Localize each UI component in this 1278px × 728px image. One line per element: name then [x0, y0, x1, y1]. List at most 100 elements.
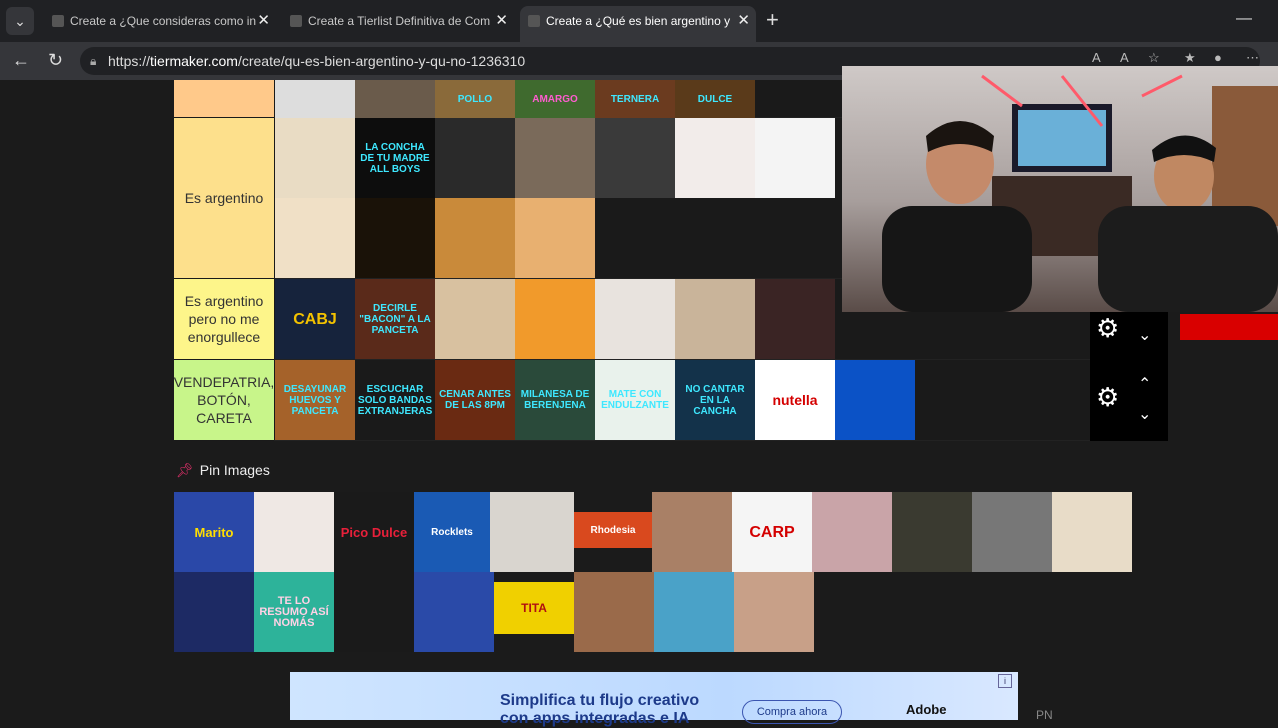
ad-brand-logo: Adobe: [906, 702, 947, 717]
tier-tile-oreo[interactable]: [835, 360, 915, 440]
tab-3-active[interactable]: Create a ¿Qué es bien argentino y ✕: [520, 6, 756, 42]
pin-tile-rhodesia[interactable]: Rhodesia: [574, 512, 652, 548]
tier-tile-book[interactable]: [675, 118, 755, 198]
tab-list-menu-button[interactable]: ⌄: [6, 7, 34, 35]
pin-tile-portraits[interactable]: [490, 492, 574, 572]
tier-tile-streamer[interactable]: [595, 118, 675, 198]
tier-tile-man[interactable]: [595, 279, 675, 359]
tier-tile-wrestler[interactable]: [435, 118, 515, 198]
tier-tile-paco[interactable]: [755, 118, 835, 198]
url-path: /create/qu-es-bien-argentino-y-qu-no-123…: [237, 53, 526, 69]
site-info-icon[interactable]: 🔒︎: [90, 47, 96, 75]
pin-tile-host[interactable]: [414, 572, 494, 652]
profile-avatar-icon[interactable]: ●: [1214, 50, 1222, 65]
tier-controls-vendepatria: ⚙ ⌃ ⌄: [1090, 360, 1168, 441]
tier-tile-huevos[interactable]: DESAYUNAR HUEVOS Y PANCETA: [275, 360, 355, 440]
close-tab-icon[interactable]: ✕: [495, 6, 508, 36]
tier-tile-all-boys[interactable]: LA CONCHA DE TU MADRE ALL BOYS: [355, 118, 435, 198]
tab-title: Create a ¿Qué es bien argentino y: [546, 14, 731, 28]
ad-headline: Simplifica tu flujo creativo: [500, 692, 700, 709]
tiermaker-favicon-icon: [52, 15, 64, 27]
close-tab-icon[interactable]: ✕: [737, 6, 750, 36]
back-arrow-icon[interactable]: ←: [12, 50, 30, 70]
pin-tile-presenter[interactable]: [654, 572, 734, 652]
pushpin-icon: 📌︎: [176, 462, 194, 478]
move-down-chevron-icon[interactable]: ⌄: [1138, 325, 1151, 345]
pin-tile-te-lo-resumo[interactable]: TE LO RESUMO ASÍ NOMÁS: [254, 572, 334, 652]
pin-tile-thermos[interactable]: [334, 572, 414, 652]
tab-1[interactable]: Create a ¿Que consideras como in ✕: [44, 6, 276, 36]
tier-tile-person[interactable]: [515, 118, 595, 198]
pin-tile-woman[interactable]: [254, 492, 334, 572]
tier-tile-mafalda[interactable]: [515, 279, 595, 359]
tier-tile-cake[interactable]: [435, 279, 515, 359]
pin-tile-blonde[interactable]: [1052, 492, 1132, 572]
pin-images-label: Pin Images: [199, 462, 270, 478]
tier-settings-gear-icon[interactable]: ⚙: [1096, 313, 1119, 344]
tier-tile-nutella[interactable]: nutella: [755, 360, 835, 440]
tier-tile[interactable]: [355, 80, 435, 118]
tier-label-vendepatria[interactable]: VENDEPATRIA, BOTÓN, CARETA: [174, 360, 274, 441]
ad-info-icon[interactable]: i: [998, 674, 1012, 688]
tier-tile-mirtha[interactable]: [675, 279, 755, 359]
favorite-star-icon[interactable]: ☆: [1148, 50, 1160, 66]
pin-tile-woman-2[interactable]: [734, 572, 814, 652]
move-down-chevron-icon[interactable]: ⌄: [1138, 404, 1151, 424]
tier-tile-cookies[interactable]: [275, 198, 355, 278]
tab-2[interactable]: Create a Tierlist Definitiva de Com ✕: [282, 6, 514, 36]
more-menu-icon[interactable]: ⋯: [1246, 50, 1259, 66]
tier-tile-alfajores[interactable]: [275, 118, 355, 198]
tier-tile-cabj[interactable]: CABJ: [275, 279, 355, 359]
tier-tile-facturas[interactable]: [435, 198, 515, 278]
new-tab-button[interactable]: +: [766, 7, 779, 33]
tier-label-no-enorgullece[interactable]: Es argentino pero no me enorgullece: [174, 279, 274, 360]
tier-tile-mate[interactable]: MATE CON ENDULZANTE: [595, 360, 675, 440]
pin-tile-banknote[interactable]: [812, 492, 892, 572]
tier-tile-cenar[interactable]: CENAR ANTES DE LAS 8PM: [435, 360, 515, 440]
tier-tile-amargo[interactable]: AMARGO: [515, 80, 595, 118]
tab-title: Create a ¿Que consideras como in: [70, 14, 257, 28]
tier-label-es-argentino[interactable]: Es argentino: [174, 118, 274, 279]
pin-tile-man[interactable]: [652, 492, 732, 572]
webcam-overlay: [842, 66, 1278, 312]
close-tab-icon[interactable]: ✕: [257, 6, 270, 36]
tab-title: Create a Tierlist Definitiva de Com: [308, 14, 491, 28]
pin-tile-river[interactable]: CARP: [732, 492, 812, 572]
tier-tile-ternera[interactable]: TERNERA: [595, 80, 675, 118]
pin-tile-pico-dulce[interactable]: Pico Dulce: [334, 492, 414, 572]
pin-tile-marito[interactable]: Marito: [174, 492, 254, 572]
red-overlay-bar: [1180, 314, 1278, 340]
tiermaker-favicon-icon: [290, 15, 302, 27]
tier-controls-no-enorgullece: ⚙ ⌄: [1090, 311, 1168, 360]
tier-tile-cancha[interactable]: NO CANTAR EN LA CANCHA: [675, 360, 755, 440]
pin-tile-old-man[interactable]: [972, 492, 1052, 572]
url-prefix: https://: [108, 53, 151, 69]
favorites-list-icon[interactable]: ★: [1184, 50, 1196, 66]
translate-icon[interactable]: A: [1092, 50, 1101, 65]
reload-icon[interactable]: ↻: [48, 50, 63, 70]
tier-tile-dulce[interactable]: DULCE: [675, 80, 755, 118]
pin-tile-rocklets[interactable]: Rocklets: [414, 492, 490, 572]
tier-tile-pollo[interactable]: POLLO: [435, 80, 515, 118]
tier-tile-bandas[interactable]: ESCUCHAR SOLO BANDAS EXTRANJERAS: [355, 360, 435, 440]
ad-subheadline: con apps integradas e IA: [500, 710, 690, 727]
pin-tile-tita[interactable]: TITA: [494, 582, 574, 634]
tiermaker-favicon-icon: [528, 15, 540, 27]
tier-label-top[interactable]: [174, 80, 274, 118]
read-aloud-icon[interactable]: A: [1120, 50, 1129, 65]
pin-tile-tango[interactable]: [174, 572, 254, 652]
webcam-scene: [882, 74, 1278, 312]
minimize-window-icon[interactable]: —: [1236, 10, 1252, 28]
tier-tile-milanesa[interactable]: MILANESA DE BERENJENA: [515, 360, 595, 440]
tier-tile-pepas[interactable]: [515, 198, 595, 278]
pin-tile-painting[interactable]: [892, 492, 972, 572]
move-up-chevron-icon[interactable]: ⌃: [1138, 374, 1151, 394]
tier-settings-gear-icon[interactable]: ⚙: [1096, 382, 1119, 413]
tier-tile-woman[interactable]: [755, 279, 835, 359]
pin-tile-wrestler[interactable]: [574, 572, 654, 652]
tier-tile-bacon[interactable]: DECIRLE "BACON" A LA PANCETA: [355, 279, 435, 359]
tier-tile[interactable]: [275, 80, 355, 118]
ad-buy-now-button[interactable]: Compra ahora: [742, 700, 842, 724]
tier-tile-medialunas[interactable]: [355, 198, 435, 278]
adobe-ad-banner[interactable]: Simplifica tu flujo creativo con apps in…: [290, 672, 1018, 727]
